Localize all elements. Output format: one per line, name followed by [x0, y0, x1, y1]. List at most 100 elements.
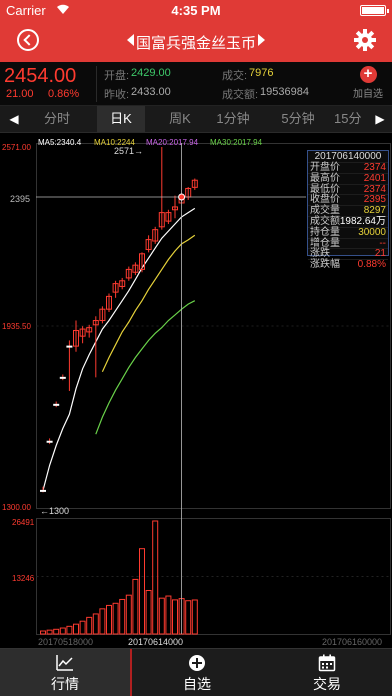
prev-close-label: 昨收: — [104, 89, 130, 101]
tab-trade[interactable]: 交易 — [262, 649, 392, 696]
volume-bar — [185, 600, 192, 635]
tab-trade-label: 交易 — [313, 676, 341, 692]
volume-bar — [132, 578, 139, 635]
info-row-value: 0.88% — [357, 259, 386, 271]
open-value: 2429.00 — [131, 67, 171, 79]
price-change-pct: 0.86% — [48, 88, 80, 100]
prev-close-value: 2433.00 — [131, 86, 171, 98]
info-row-label: 涨跌幅 — [310, 259, 340, 271]
next-instrument-button[interactable] — [258, 34, 265, 46]
volume-bar — [119, 598, 126, 635]
volume-label: 成交: — [222, 70, 248, 82]
crosshair-price-label: 2395 — [10, 194, 30, 204]
open-label: 开盘: — [104, 70, 130, 82]
tab-daily-k[interactable]: 日K — [97, 106, 145, 132]
status-bar: Carrier 4:35 PM — [0, 0, 392, 20]
app-root: Carrier 4:35 PM 国富兵强金丝玉币 2454.00 21.00 0… — [0, 0, 392, 696]
info-row: 涨跌幅 0.88% — [308, 259, 388, 270]
chevron-left-icon[interactable]: ◀ — [3, 106, 25, 132]
candle-body — [53, 403, 60, 406]
date-axis-start: 20170518000 — [38, 637, 93, 647]
ma10-line — [101, 234, 196, 372]
ma5-line — [42, 207, 196, 491]
volume-bar — [86, 616, 93, 635]
chart-line-icon — [56, 655, 73, 671]
info-row: 成交额 1982.64万 — [308, 215, 388, 227]
tab-5min[interactable]: 5分钟 — [272, 106, 324, 132]
candle-body — [66, 345, 73, 348]
volume-bar — [106, 604, 112, 635]
bottom-tab-bar: 行情 自选 交易 — [0, 648, 392, 696]
volume-bar — [46, 629, 53, 635]
date-axis-cursor: 20170614000 — [128, 637, 183, 647]
nav-bar: 国富兵强金丝玉币 — [0, 20, 392, 62]
chevron-right-icon[interactable]: ▶ — [369, 106, 391, 132]
date-axis-end: 201706160000 — [322, 637, 382, 647]
turnover-value: 19536984 — [260, 86, 309, 98]
crosshair-dot — [178, 193, 186, 201]
price-axis-mid: 1935.50 — [2, 322, 31, 331]
info-row: 持仓量 30000 — [308, 226, 388, 238]
info-row: 收盘价 2395 — [308, 194, 388, 205]
tab-timeshare[interactable]: 分时 — [33, 106, 81, 132]
battery-icon — [360, 5, 389, 16]
last-price: 2454.00 — [4, 65, 77, 87]
volume-bar — [73, 623, 79, 635]
volume-bar — [145, 589, 152, 635]
volume-bar — [112, 602, 119, 635]
info-box-date: 201706140000 — [314, 151, 382, 162]
tab-watchlist[interactable]: 自选 — [132, 649, 262, 696]
price-axis-bottom: 1300.00 — [2, 503, 31, 512]
ma20-legend: MA20:2017.94 — [146, 138, 199, 147]
candle-body — [46, 440, 53, 443]
candle-body — [59, 376, 66, 379]
turnover-label: 成交额: — [222, 89, 259, 101]
period-tabs: ◀ 分时 日K 周K 1分钟 5分钟 15分 ▶ — [0, 106, 392, 133]
candle-body — [40, 489, 46, 492]
clock: 4:35 PM — [171, 3, 221, 18]
volume-bar — [59, 627, 66, 635]
volume-bar — [99, 608, 106, 635]
volume-bar — [92, 613, 99, 635]
info-row: 成交量 8297 — [308, 205, 388, 216]
info-row: 开盘价 2374 — [308, 162, 388, 173]
volume-bar — [79, 620, 86, 635]
plus-icon: + — [359, 66, 377, 83]
volume-bar — [40, 630, 46, 635]
info-box: 201706140000 开盘价 2374 最高价 2401 最低价 2374 收盘价 239… — [307, 150, 389, 270]
min-price-mark: ←1300 — [40, 506, 69, 516]
price-axis-top: 2571.00 — [2, 143, 31, 152]
info-row: 最低价 2374 — [308, 183, 388, 194]
plus-circle-icon — [189, 655, 205, 671]
tab-weekly-k[interactable]: 周K — [156, 106, 204, 132]
page-title: 国富兵强金丝玉币 — [135, 35, 256, 52]
ma30-line — [95, 300, 196, 435]
quote-panel: 2454.00 21.00 0.86% 开盘: 2429.00 昨收: 2433… — [0, 62, 392, 106]
ma10-legend: MA10:2244 — [94, 138, 135, 147]
add-watchlist-label: 加自选 — [353, 89, 383, 100]
kline-chart[interactable]: 2571.00 1935.50 1300.00 2395 2571→ ←1300… — [0, 133, 392, 648]
ma30-legend: MA30:2017.94 — [210, 138, 263, 147]
volume-bar — [158, 597, 165, 635]
tab-watchlist-label: 自选 — [183, 676, 211, 692]
info-row: 最高价 2401 — [308, 172, 388, 184]
volume-axis-mid: 13246 — [12, 574, 35, 583]
volume-bar — [66, 625, 73, 635]
gear-icon[interactable] — [354, 29, 376, 51]
tab-market[interactable]: 行情 — [0, 649, 130, 696]
info-row: 涨跌 21 — [308, 248, 388, 259]
volume-bar — [191, 599, 198, 635]
price-change: 21.00 — [6, 88, 34, 100]
volume-bar — [172, 599, 178, 635]
add-watchlist-button[interactable]: + 加自选 — [352, 66, 384, 102]
tab-1min[interactable]: 1分钟 — [207, 106, 259, 132]
volume-bar — [53, 628, 60, 635]
volume-bar — [165, 595, 172, 635]
tab-market-label: 行情 — [51, 676, 79, 692]
tab-15min[interactable]: 15分 — [334, 106, 364, 132]
volume-bar — [139, 548, 145, 635]
max-price-mark: 2571→ — [114, 146, 143, 156]
divider — [96, 66, 97, 102]
volume-bar — [152, 520, 159, 635]
calendar-icon — [318, 654, 336, 672]
